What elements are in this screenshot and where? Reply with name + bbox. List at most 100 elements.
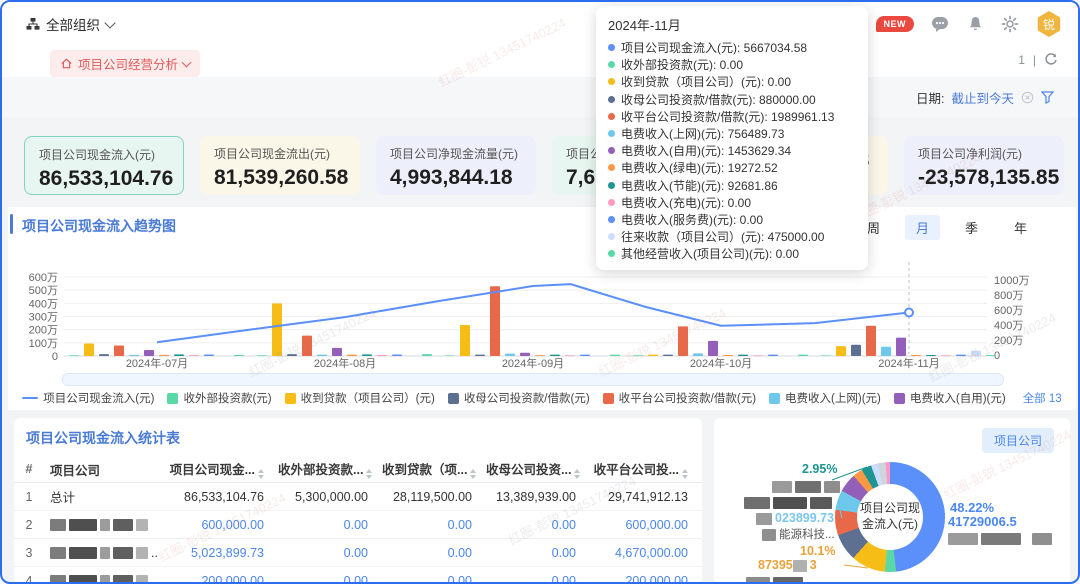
value-cell: 86,533,104.76 xyxy=(162,490,274,504)
sort-icon[interactable] xyxy=(366,469,372,479)
donut-label-blue-pct: 48.22% xyxy=(950,500,994,515)
sort-icon[interactable] xyxy=(470,469,476,479)
period-option-月[interactable]: 月 xyxy=(905,215,940,240)
value-cell[interactable]: 0.00 xyxy=(482,546,586,560)
chevron-down-icon xyxy=(182,57,192,67)
legend-item-3[interactable]: 收到贷款（项目公司）(元) xyxy=(285,390,435,406)
tooltip-item: 收外部投资款(元): 0.00 xyxy=(608,56,856,73)
tooltip-item: 收平台公司投资款/借款(元): 1989961.13 xyxy=(608,108,856,125)
message-icon[interactable] xyxy=(931,16,950,33)
legend-item-1[interactable]: 项目公司现金流入(元) xyxy=(22,390,154,406)
row-index: 4 xyxy=(14,574,44,584)
divider: | xyxy=(1033,53,1036,67)
table-header-label: 项目公司 xyxy=(50,464,100,478)
row-index: 1 xyxy=(14,490,44,504)
kpi-card-1[interactable]: 项目公司现金流入(元) 86,533,104.76 xyxy=(24,136,184,195)
kpi-card-value: 86,533,104.76 xyxy=(39,167,169,191)
value-cell: 29,741,912.13 xyxy=(586,490,698,504)
app-window: 全部组织 案中心 NEW 锐 项目公司经营分析 1 | 日期: 截止到今 xyxy=(0,0,1080,584)
redacted-block xyxy=(113,519,133,531)
value-cell[interactable]: 600,000.00 xyxy=(586,518,698,532)
kpi-card-6[interactable]: 项目公司净利润(元)-23,578,135.85 xyxy=(904,136,1064,195)
tooltip-item-text: 收母公司投资款/借款(元): 880000.00 xyxy=(621,91,816,108)
value-cell[interactable]: 0.00 xyxy=(274,574,378,584)
table-header-cell[interactable]: 收平台公司投... xyxy=(586,459,698,479)
company-cell xyxy=(44,518,162,532)
table-header-cell[interactable]: 收到贷款（项... xyxy=(378,459,482,479)
tab-bar: 项目公司经营分析 1 | xyxy=(2,46,1078,78)
tooltip-item: 项目公司现金流入(元): 5667034.58 xyxy=(608,39,856,56)
sort-icon[interactable] xyxy=(574,469,580,479)
date-filter[interactable]: 日期: 截止到今天 xyxy=(916,88,1054,107)
value-cell[interactable]: 600,000.00 xyxy=(162,518,274,532)
kpi-card-value: 4,993,844.18 xyxy=(390,166,522,190)
org-tree-icon xyxy=(26,17,40,31)
table-header-cell[interactable]: 收母公司投资... xyxy=(482,459,586,479)
legend-item-2[interactable]: 收外部投资款(元) xyxy=(167,390,271,406)
title-accent-bar xyxy=(10,214,13,234)
redacted-block xyxy=(50,547,66,559)
value-cell[interactable]: 4,670,000.00 xyxy=(586,546,698,560)
table-row: 2600,000.000.000.000.00600,000.00 xyxy=(14,511,702,539)
value-cell[interactable]: 5,023,899.73 xyxy=(162,546,274,560)
kpi-card-2[interactable]: 项目公司现金流出(元)81,539,260.58 xyxy=(200,136,360,195)
legend-item-7[interactable]: 电费收入(自用)(元) xyxy=(894,390,1006,406)
gear-icon[interactable] xyxy=(1001,15,1019,33)
tooltip-item-dot xyxy=(608,130,615,137)
table-header-row: # 项目公司 项目公司现金...收外部投资款...收到贷款（项... 收母公司投资..… xyxy=(14,456,702,483)
legend-more-link[interactable]: 全部 13 xyxy=(1023,390,1062,406)
value-cell[interactable]: 0.00 xyxy=(274,546,378,560)
sort-icon[interactable] xyxy=(682,469,688,479)
value-cell: 13,389,939.00 xyxy=(482,490,586,504)
table-header-label: # xyxy=(26,462,33,476)
table-header-cell: # xyxy=(14,462,44,476)
value-cell[interactable]: 200,000.00 xyxy=(162,574,274,584)
value-cell[interactable]: 0.00 xyxy=(378,518,482,532)
value-cell[interactable]: 0.00 xyxy=(378,546,482,560)
value-cell[interactable]: 200,000.00 xyxy=(586,574,698,584)
tab-active[interactable]: 项目公司经营分析 xyxy=(50,50,200,77)
tooltip-item: 其他经营收入(项目公司)(元): 0.00 xyxy=(608,245,856,262)
org-selector[interactable]: 全部组织 xyxy=(26,14,114,34)
tooltip-item-dot xyxy=(608,182,615,189)
table-header-cell[interactable]: 收外部投资款... xyxy=(274,459,378,479)
company-cell: .. xyxy=(44,574,162,584)
redacted-block xyxy=(69,519,97,531)
bell-icon[interactable] xyxy=(967,15,984,33)
tooltip-item-dot xyxy=(608,113,615,120)
redacted-block xyxy=(69,547,97,559)
legend-item-5[interactable]: 收平台公司投资款/借款(元) xyxy=(603,390,756,406)
legend-item-6[interactable]: 电费收入(上网)(元) xyxy=(769,390,881,406)
value-cell[interactable]: 0.00 xyxy=(274,518,378,532)
table-header-label: 收母公司投资... xyxy=(486,463,571,477)
kpi-card-value: 81,539,260.58 xyxy=(214,166,346,190)
avatar[interactable]: 锐 xyxy=(1036,11,1062,37)
tooltip-item-dot xyxy=(608,78,615,85)
legend-label: 收平台公司投资款/借款(元) xyxy=(619,390,756,406)
value-cell[interactable]: 0.00 xyxy=(482,574,586,584)
date-filter-value[interactable]: 截止到今天 xyxy=(951,88,1014,107)
legend-marker xyxy=(769,393,780,404)
donut-label-lightblue-name: 能源科技... xyxy=(762,526,835,542)
tooltip-item: 收母公司投资款/借款(元): 880000.00 xyxy=(608,91,856,108)
refresh-icon[interactable] xyxy=(1044,53,1058,67)
cash-inflow-table-panel: 项目公司现金流入统计表 #项目公司项目公司现金...收外部投资款...收到贷款（… xyxy=(14,418,702,584)
value-cell[interactable]: 0.00 xyxy=(378,574,482,584)
donut-center-label: 项目公司现金流入(元) xyxy=(858,501,922,532)
period-option-年[interactable]: 年 xyxy=(1003,215,1038,240)
value-cell[interactable]: 0.00 xyxy=(482,518,586,532)
clear-filter-icon[interactable] xyxy=(1021,91,1034,104)
sort-icon[interactable] xyxy=(258,469,264,479)
donut-badge[interactable]: 项目公司 xyxy=(982,428,1054,453)
chart-zoom-slider[interactable] xyxy=(62,373,1004,386)
trend-chart-title: 项目公司现金流入趋势图 xyxy=(22,216,176,236)
period-option-季[interactable]: 季 xyxy=(954,215,989,240)
donut-panel: 项目公司 项目公司现金流入(元) 2.95% 023899.73 能源科技...… xyxy=(714,418,1070,584)
kpi-card-3[interactable]: 项目公司净现金流量(元)4,993,844.18 xyxy=(376,136,536,195)
filter-funnel-icon[interactable] xyxy=(1041,91,1054,104)
redacted-block xyxy=(50,519,66,531)
tooltip-item-dot xyxy=(608,216,615,223)
kpi-card-label: 项目公司现金流入(元) xyxy=(39,146,169,163)
table-header-cell[interactable]: 项目公司现金... xyxy=(162,459,274,479)
legend-item-4[interactable]: 收母公司投资款/借款(元) xyxy=(448,390,590,406)
